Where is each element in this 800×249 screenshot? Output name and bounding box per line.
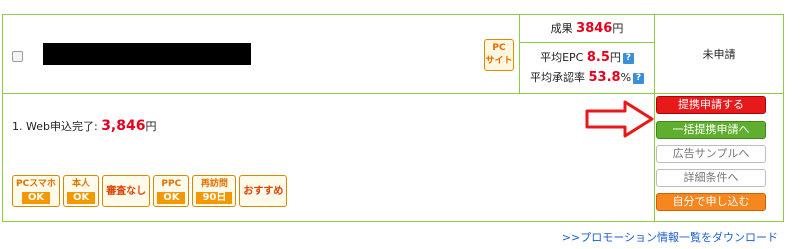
apply-button[interactable]: 提携申請する xyxy=(656,96,766,114)
select-checkbox[interactable] xyxy=(12,51,23,62)
epc-value: 8.5 xyxy=(586,50,610,65)
download-promotion-link[interactable]: >>プロモーション情報一覧をダウンロード xyxy=(562,229,778,245)
reward-unit: 円 xyxy=(145,120,157,133)
reward-label: 1. Web申込完了: xyxy=(12,120,98,133)
approval-value: 53.8 xyxy=(588,70,621,85)
program-name-redacted xyxy=(43,43,251,65)
status-text: 未申請 xyxy=(702,48,736,61)
tag-recommended: おすすめ xyxy=(239,175,288,207)
result-stat: 成果 3846円 xyxy=(520,15,654,43)
tag-value: OK xyxy=(157,191,186,204)
tag-self: 本人 OK xyxy=(62,175,100,207)
ad-sample-button[interactable]: 広告サンプルへ xyxy=(656,145,766,163)
help-icon[interactable]: ? xyxy=(633,72,645,84)
pc-site-badge: PC サイト xyxy=(484,39,514,71)
approval-unit: % xyxy=(620,71,632,84)
reward-value: 3,846 xyxy=(101,118,146,134)
approval-stat: 平均承認率 53.8%? xyxy=(520,69,654,85)
tag-pc-smartphone: PCスマホ OK xyxy=(12,175,60,207)
epc-label: 平均EPC xyxy=(540,51,584,64)
tag-no-screening: 審査なし xyxy=(102,175,151,207)
approval-label: 平均承認率 xyxy=(529,71,585,84)
bulk-apply-button[interactable]: 一括提携申請へ xyxy=(656,121,766,139)
reward-line: 1. Web申込完了: 3,846円 xyxy=(12,118,156,134)
epc-stat: 平均EPC 8.5円? xyxy=(520,49,654,65)
status-cell: 未申請 xyxy=(655,15,783,94)
self-apply-button[interactable]: 自分で申し込む xyxy=(656,193,766,211)
tag-label: 審査なし xyxy=(106,185,147,197)
tag-label: 再訪問 xyxy=(200,178,228,189)
arrow-right-icon xyxy=(585,100,654,138)
epc-unit: 円 xyxy=(609,51,621,64)
pc-badge-line2: サイト xyxy=(485,56,513,66)
tag-value: OK xyxy=(21,191,51,204)
result-label: 成果 xyxy=(550,22,573,35)
help-icon[interactable]: ? xyxy=(622,52,634,64)
tag-value: 90日 xyxy=(196,191,233,204)
tag-label: PCスマホ xyxy=(16,178,56,189)
tag-label: おすすめ xyxy=(243,185,284,197)
program-card: PC サイト 成果 3846円 平均EPC 8.5円? 平均承認率 53.8%?… xyxy=(2,14,784,222)
result-unit: 円 xyxy=(612,22,624,35)
tag-value: OK xyxy=(66,191,96,204)
tag-label: PPC xyxy=(161,178,182,189)
tag-label: 本人 xyxy=(72,178,91,189)
result-value: 3846 xyxy=(576,21,613,36)
program-header: PC サイト xyxy=(3,15,520,94)
tag-revisit: 再訪問 90日 xyxy=(192,175,237,207)
feature-tags: PCスマホ OK 本人 OK 審査なし PPC OK 再訪問 90日 おすすめ xyxy=(12,175,288,207)
stats-cell: 成果 3846円 平均EPC 8.5円? 平均承認率 53.8%? xyxy=(520,15,655,94)
pc-badge-line1: PC xyxy=(492,43,506,53)
tag-ppc: PPC OK xyxy=(153,175,190,207)
details-button[interactable]: 詳細条件へ xyxy=(656,169,766,187)
